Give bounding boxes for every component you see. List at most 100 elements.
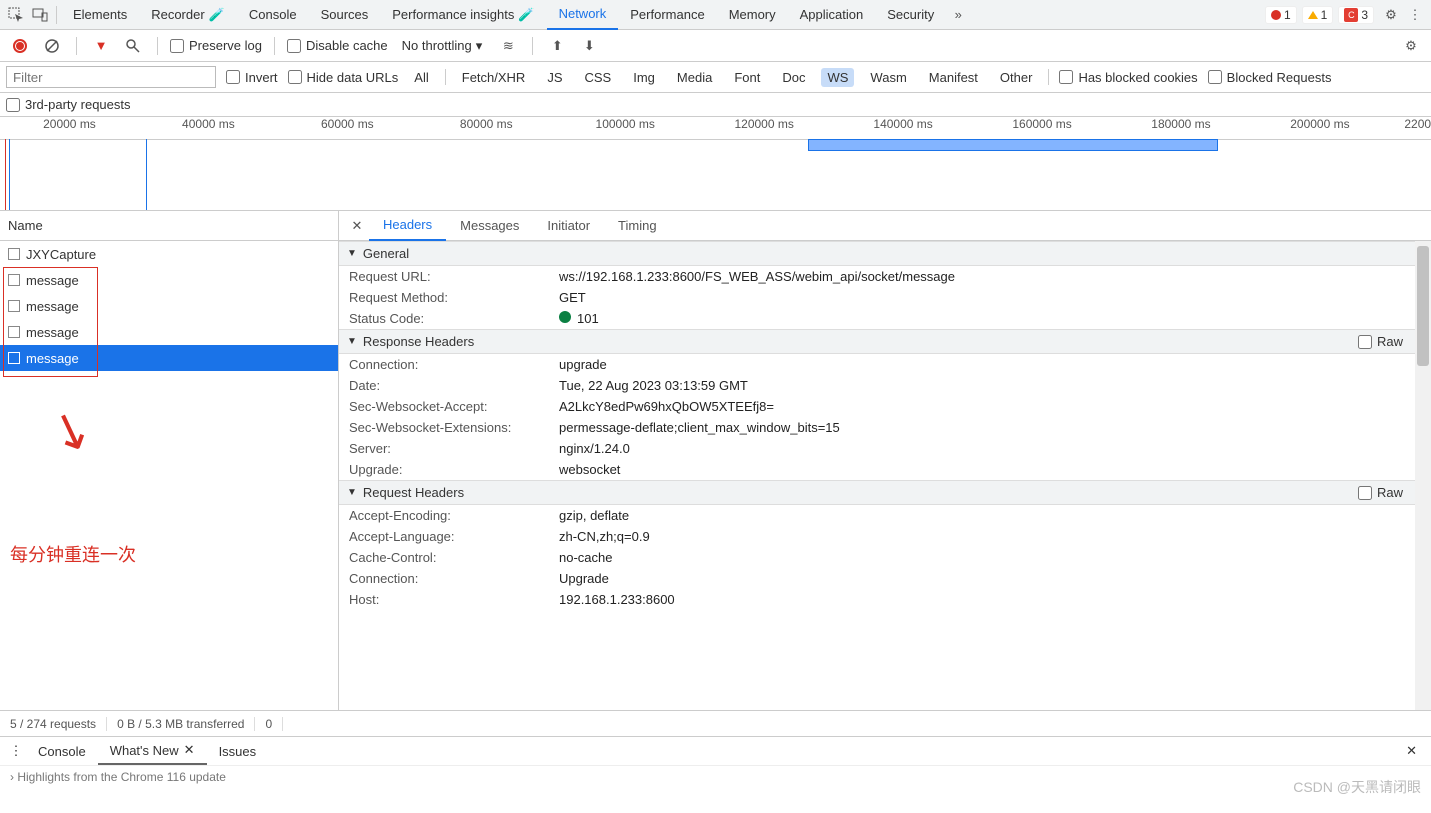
triangle-down-icon: ▼ — [347, 336, 357, 347]
filter-type-manifest[interactable]: Manifest — [923, 68, 984, 87]
network-conditions-icon[interactable]: ≋ — [496, 34, 520, 58]
kv-value: ws://192.168.1.233:8600/FS_WEB_ASS/webim… — [559, 269, 1431, 284]
timeline-marker-load — [5, 139, 6, 210]
detail-tab-messages[interactable]: Messages — [446, 211, 533, 241]
drawer-close-button[interactable]: ✕ — [1398, 743, 1425, 759]
detail-tab-timing[interactable]: Timing — [604, 211, 671, 241]
clear-icon[interactable] — [40, 34, 64, 58]
settings-icon[interactable]: ⚙ — [1379, 3, 1403, 27]
network-status-bar: 5 / 274 requests 0 B / 5.3 MB transferre… — [0, 711, 1431, 737]
kv-key: Server: — [349, 441, 559, 456]
has-blocked-cookies-checkbox[interactable]: Has blocked cookies — [1059, 70, 1197, 85]
filter-type-doc[interactable]: Doc — [776, 68, 811, 87]
tl-label: 40000 ms — [139, 117, 278, 139]
network-settings-icon[interactable]: ⚙ — [1399, 34, 1423, 58]
kv-sec-ws-extensions: Sec-Websocket-Extensions:permessage-defl… — [339, 417, 1431, 438]
separator — [532, 37, 533, 55]
kv-key: Date: — [349, 378, 559, 393]
chevron-down-icon: ▾ — [476, 38, 483, 54]
kv-server: Server:nginx/1.24.0 — [339, 438, 1431, 459]
hide-data-urls-label: Hide data URLs — [307, 70, 399, 85]
section-general[interactable]: ▼General — [339, 241, 1431, 266]
device-toolbar-icon[interactable] — [28, 3, 52, 27]
section-title: Request Headers — [363, 485, 464, 500]
filter-type-fetchxhr[interactable]: Fetch/XHR — [456, 68, 532, 87]
warning-badge[interactable]: 1 — [1302, 6, 1334, 24]
kv-key: Connection: — [349, 357, 559, 372]
tl-label: 60000 ms — [278, 117, 417, 139]
annotation-text: 每分钟重连一次 — [10, 541, 136, 567]
kebab-icon[interactable]: ⋮ — [1403, 3, 1427, 27]
timeline-selection[interactable] — [808, 139, 1218, 151]
detail-tab-initiator[interactable]: Initiator — [533, 211, 604, 241]
section-request-headers[interactable]: ▼Request HeadersRaw — [339, 480, 1431, 505]
filter-icon[interactable]: ▼ — [89, 34, 113, 58]
tl-label: 20000 ms — [0, 117, 139, 139]
tl-label: 2200 — [1389, 117, 1431, 139]
preserve-log-checkbox[interactable]: Preserve log — [170, 38, 262, 53]
more-tabs-icon[interactable]: » — [946, 3, 970, 27]
filter-type-font[interactable]: Font — [728, 68, 766, 87]
filter-type-img[interactable]: Img — [627, 68, 661, 87]
filter-type-js[interactable]: JS — [541, 68, 568, 87]
detail-tab-headers[interactable]: Headers — [369, 211, 446, 241]
devtools-tab-bar: Elements Recorder🧪 Console Sources Perfo… — [0, 0, 1431, 30]
drawer-tab-console[interactable]: Console — [26, 737, 98, 765]
download-har-icon[interactable]: ⬇ — [577, 34, 601, 58]
third-party-checkbox[interactable]: 3rd-party requests — [6, 97, 131, 112]
tab-console[interactable]: Console — [237, 0, 309, 30]
hide-data-urls-checkbox[interactable]: Hide data URLs — [288, 70, 399, 85]
raw-toggle[interactable]: Raw — [1358, 334, 1403, 349]
tab-performance-insights[interactable]: Performance insights🧪 — [380, 0, 546, 30]
extension-badge[interactable]: C3 — [1338, 6, 1374, 24]
drawer-tab-whatsnew[interactable]: What's New ✕ — [98, 737, 207, 765]
filter-type-css[interactable]: CSS — [579, 68, 618, 87]
tab-elements[interactable]: Elements — [61, 0, 139, 30]
upload-har-icon[interactable]: ⬆ — [545, 34, 569, 58]
throttling-select[interactable]: No throttling ▾ — [396, 36, 489, 56]
invert-checkbox[interactable]: Invert — [226, 70, 278, 85]
network-timeline[interactable]: 20000 ms 40000 ms 60000 ms 80000 ms 1000… — [0, 117, 1431, 211]
drawer-kebab-icon[interactable]: ⋮ — [6, 743, 26, 759]
tab-network[interactable]: Network — [547, 0, 619, 30]
filter-type-wasm[interactable]: Wasm — [864, 68, 912, 87]
close-icon[interactable]: ✕ — [184, 742, 195, 758]
raw-toggle[interactable]: Raw — [1358, 485, 1403, 500]
filter-type-ws[interactable]: WS — [821, 68, 854, 87]
section-response-headers[interactable]: ▼Response HeadersRaw — [339, 329, 1431, 354]
invert-label: Invert — [245, 70, 278, 85]
kv-value: Upgrade — [559, 571, 1431, 586]
kv-key: Request Method: — [349, 290, 559, 305]
has-blocked-cookies-label: Has blocked cookies — [1078, 70, 1197, 85]
filter-input[interactable] — [6, 66, 216, 88]
blocked-requests-checkbox[interactable]: Blocked Requests — [1208, 70, 1332, 85]
tab-performance[interactable]: Performance — [618, 0, 716, 30]
error-badge[interactable]: 1 — [1265, 6, 1297, 24]
tab-perf-insights-label: Performance insights — [392, 7, 514, 22]
inspect-icon[interactable] — [4, 3, 28, 27]
separator — [157, 37, 158, 55]
tab-memory[interactable]: Memory — [717, 0, 788, 30]
tab-security[interactable]: Security — [875, 0, 946, 30]
record-button[interactable] — [8, 34, 32, 58]
disable-cache-checkbox[interactable]: Disable cache — [287, 38, 388, 53]
request-list-header[interactable]: Name — [0, 211, 338, 241]
tab-recorder[interactable]: Recorder🧪 — [139, 0, 237, 30]
kv-key: Accept-Language: — [349, 529, 559, 544]
filter-type-media[interactable]: Media — [671, 68, 718, 87]
request-list: Name JXYCapture message message message … — [0, 211, 339, 710]
request-row[interactable]: JXYCapture — [0, 241, 338, 267]
kv-value: GET — [559, 290, 1431, 305]
filter-type-all[interactable]: All — [408, 68, 434, 87]
drawer-tab-issues[interactable]: Issues — [207, 737, 269, 765]
kv-accept-encoding: Accept-Encoding:gzip, deflate — [339, 505, 1431, 526]
filter-type-other[interactable]: Other — [994, 68, 1039, 87]
tab-sources[interactable]: Sources — [309, 0, 381, 30]
search-icon[interactable] — [121, 34, 145, 58]
scrollbar[interactable] — [1415, 241, 1431, 710]
scrollbar-thumb[interactable] — [1417, 246, 1429, 366]
disable-cache-label: Disable cache — [306, 38, 388, 53]
close-detail-button[interactable]: ✕ — [345, 218, 369, 234]
triangle-down-icon: ▼ — [347, 248, 357, 259]
tab-application[interactable]: Application — [788, 0, 876, 30]
